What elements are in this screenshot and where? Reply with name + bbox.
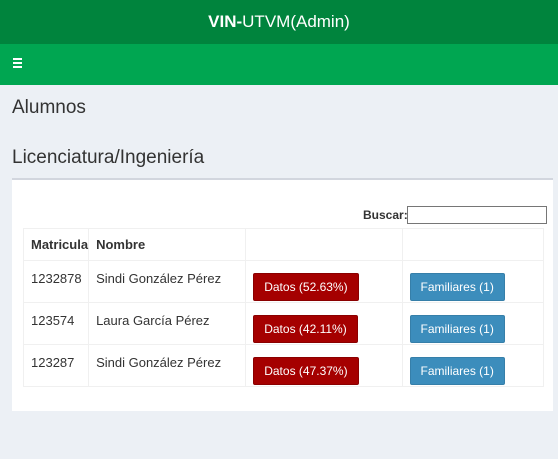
cell-matricula: 123574 bbox=[22, 302, 90, 345]
datos-button[interactable]: Datos (52.63%) bbox=[253, 273, 359, 301]
familiares-button[interactable]: Familiares (1) bbox=[409, 357, 505, 385]
cell-familiares: Familiares (1) bbox=[401, 344, 544, 387]
cell-matricula: 1232878 bbox=[22, 260, 90, 303]
column-header-matricula[interactable]: Matricula bbox=[22, 228, 90, 261]
datos-button[interactable]: Datos (42.11%) bbox=[253, 315, 358, 343]
app-title-bold: VIN- bbox=[208, 12, 243, 31]
table-row: 123287 Sindi González Pérez Datos (47.37… bbox=[22, 344, 544, 387]
cell-familiares: Familiares (1) bbox=[401, 260, 544, 303]
page-title: Alumnos bbox=[12, 97, 86, 118]
column-header-nombre[interactable]: Nombre bbox=[88, 228, 247, 261]
datos-button[interactable]: Datos (47.37%) bbox=[253, 357, 359, 385]
familiares-button[interactable]: Familiares (1) bbox=[409, 315, 505, 343]
table-row: 123574 Laura García Pérez Datos (42.11%)… bbox=[22, 302, 544, 345]
students-table: Matricula Nombre 1232878 Sindi González … bbox=[22, 228, 544, 387]
search-label: Buscar: bbox=[363, 208, 408, 222]
app-title-bar: VIN-UTVM(Admin) bbox=[0, 0, 558, 44]
search-input[interactable] bbox=[407, 206, 547, 224]
cell-nombre: Sindi González Pérez bbox=[88, 260, 247, 303]
navbar bbox=[0, 44, 558, 85]
cell-datos: Datos (47.37%) bbox=[245, 344, 403, 387]
hamburger-menu-icon[interactable] bbox=[13, 58, 22, 69]
app-title-rest: UTVM(Admin) bbox=[242, 12, 350, 31]
app-title: VIN-UTVM(Admin) bbox=[208, 12, 350, 32]
section-title: Licenciatura/Ingeniería bbox=[12, 147, 205, 168]
table-row: 1232878 Sindi González Pérez Datos (52.6… bbox=[22, 260, 544, 303]
column-header-datos bbox=[245, 228, 403, 261]
cell-nombre: Laura García Pérez bbox=[88, 302, 247, 345]
cell-datos: Datos (42.11%) bbox=[245, 302, 403, 345]
table-header-row: Matricula Nombre bbox=[22, 228, 544, 261]
cell-familiares: Familiares (1) bbox=[401, 302, 544, 345]
cell-nombre: Sindi González Pérez bbox=[88, 344, 247, 387]
column-header-familiares bbox=[401, 228, 544, 261]
cell-datos: Datos (52.63%) bbox=[245, 260, 403, 303]
familiares-button[interactable]: Familiares (1) bbox=[409, 273, 505, 301]
cell-matricula: 123287 bbox=[22, 344, 90, 387]
